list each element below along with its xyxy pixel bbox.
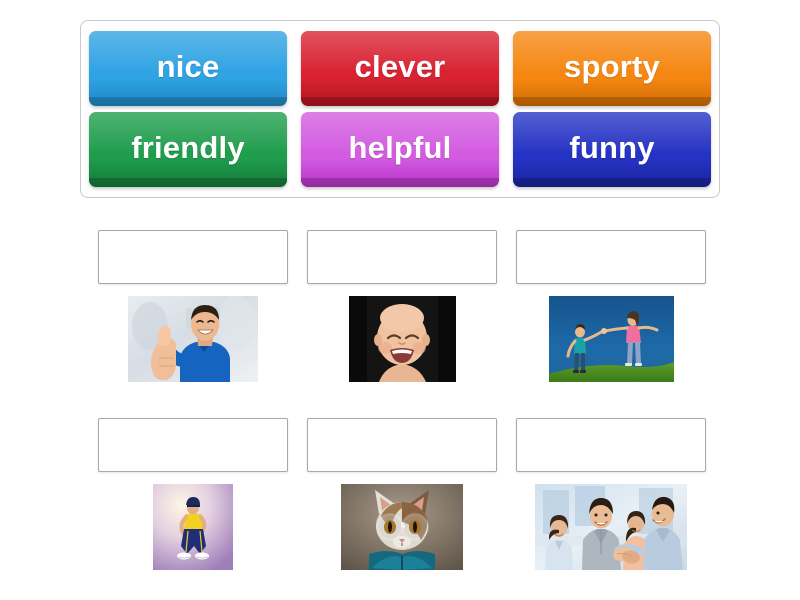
- word-tile-label: funny: [569, 129, 655, 165]
- word-tile-funny[interactable]: funny: [513, 112, 711, 187]
- match-up-activity: nice clever sporty friendly helpful funn…: [0, 0, 800, 600]
- drop-zone-2[interactable]: [307, 230, 497, 284]
- word-bank-panel: nice clever sporty friendly helpful funn…: [80, 20, 720, 198]
- drop-zone-3[interactable]: [516, 230, 706, 284]
- answer-cell-1: [98, 230, 288, 382]
- thumbs-up-man-photo: [128, 296, 258, 382]
- drop-zone-1[interactable]: [98, 230, 288, 284]
- word-tile-nice[interactable]: nice: [89, 31, 287, 106]
- people-handshake-photo: [535, 484, 687, 570]
- word-bank-row-1: nice clever sporty: [89, 31, 711, 106]
- laughing-baby-photo: [348, 296, 456, 382]
- word-bank-row-2: friendly helpful funny: [89, 112, 711, 187]
- answer-cell-3: [516, 230, 706, 382]
- answer-cell-2: [307, 230, 497, 382]
- word-tile-label: nice: [156, 48, 220, 84]
- word-tile-sporty[interactable]: sporty: [513, 31, 711, 106]
- drop-zone-4[interactable]: [98, 418, 288, 472]
- sporty-woman-photo: [153, 484, 233, 570]
- answer-row-2: [98, 418, 706, 570]
- word-tile-label: sporty: [564, 48, 660, 84]
- word-tile-label: clever: [354, 48, 446, 84]
- word-tile-helpful[interactable]: helpful: [301, 112, 499, 187]
- word-tile-friendly[interactable]: friendly: [89, 112, 287, 187]
- answer-cell-5: [307, 418, 497, 570]
- children-holding-hands-photo: [548, 296, 674, 382]
- drop-zone-6[interactable]: [516, 418, 706, 472]
- drop-zone-5[interactable]: [307, 418, 497, 472]
- cat-reading-book-photo: [341, 484, 463, 570]
- answer-row-1: [98, 230, 706, 382]
- word-tile-label: friendly: [131, 129, 245, 165]
- answer-cell-6: [516, 418, 706, 570]
- word-tile-clever[interactable]: clever: [301, 31, 499, 106]
- word-tile-label: helpful: [348, 129, 452, 165]
- answer-cell-4: [98, 418, 288, 570]
